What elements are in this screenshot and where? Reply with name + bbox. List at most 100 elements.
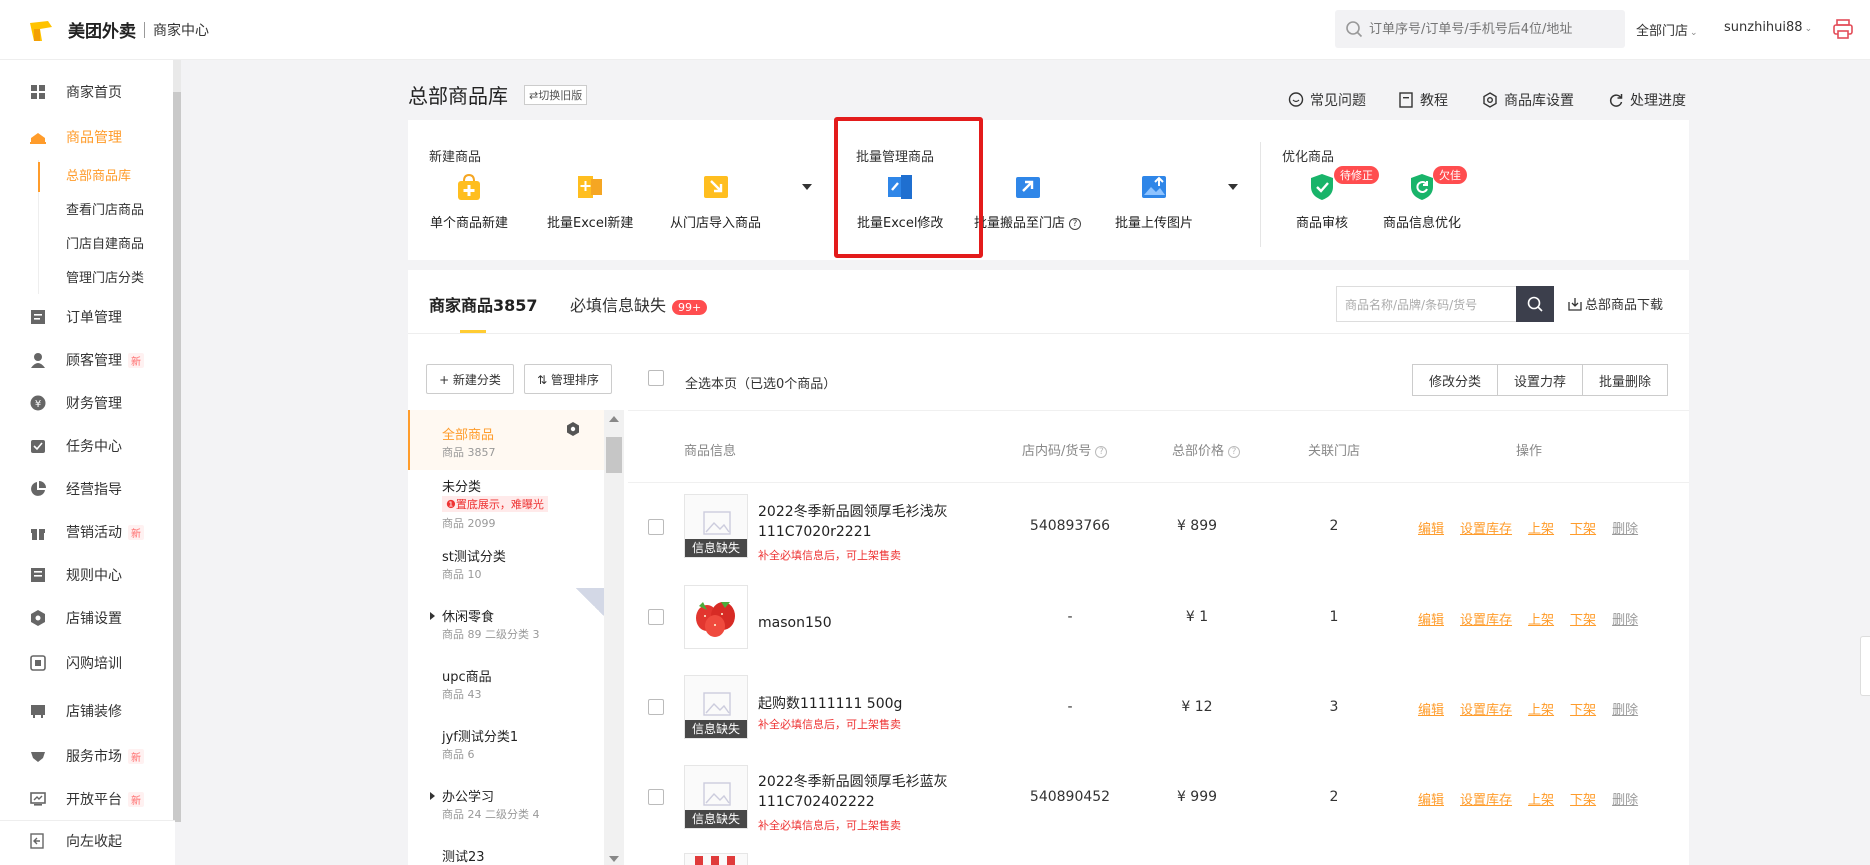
set-recommend-button[interactable]: 设置力荐 <box>1497 364 1583 396</box>
product-name[interactable]: 起购数1111111 500g <box>758 694 902 714</box>
sidebar-item-finance[interactable]: ¥ 财务管理 <box>0 388 172 418</box>
user-menu[interactable]: sunzhihui88 ⌄ <box>1724 20 1812 35</box>
edit-link[interactable]: 编辑 <box>1418 518 1444 537</box>
category-item[interactable]: st测试分类 商品 10 <box>408 540 603 600</box>
list-off-link[interactable]: 下架 <box>1570 789 1596 808</box>
store-select[interactable]: 全部门店 ⌄ <box>1636 20 1698 39</box>
edit-link[interactable]: 编辑 <box>1418 609 1444 628</box>
faq-link[interactable]: 常见问题 <box>1288 90 1366 110</box>
help-icon[interactable]: ? <box>1095 445 1108 458</box>
list-on-link[interactable]: 上架 <box>1528 518 1554 537</box>
sidebar-item-guidance[interactable]: 经营指导 <box>0 474 172 504</box>
subnav-store-goods[interactable]: 查看门店商品 <box>38 196 172 226</box>
sidebar-item-goods[interactable]: 商品管理 <box>0 122 172 152</box>
edit-link[interactable]: 编辑 <box>1418 789 1444 808</box>
category-item[interactable]: 全部商品 商品 3857 <box>408 410 603 470</box>
row-checkbox[interactable] <box>648 609 664 625</box>
tool-move-to-store[interactable]: 批量搬品至门店? <box>974 172 1082 231</box>
global-search-input[interactable] <box>1369 21 1609 37</box>
category-item[interactable]: 测试23 <box>408 840 603 865</box>
progress-link[interactable]: 处理进度 <box>1608 90 1686 110</box>
subnav-store-own-goods[interactable]: 门店自建商品 <box>38 230 172 260</box>
scroll-down-icon[interactable] <box>609 856 619 862</box>
sidebar-item-market[interactable]: 服务市场 新 <box>0 741 172 771</box>
sidebar-item-decoration[interactable]: 店铺装修 <box>0 696 172 726</box>
product-name[interactable]: mason150 <box>758 613 832 633</box>
tutorial-link[interactable]: 教程 <box>1398 90 1448 110</box>
sidebar-item-orders[interactable]: 订单管理 <box>0 302 172 332</box>
scroll-up-icon[interactable] <box>609 416 619 422</box>
modify-category-button[interactable]: 修改分类 <box>1412 364 1498 396</box>
logo[interactable]: 美团外卖 商家中心 <box>28 17 209 42</box>
row-checkbox[interactable] <box>648 789 664 805</box>
global-search[interactable] <box>1335 10 1625 48</box>
tool-single-new[interactable]: 单个商品新建 <box>430 172 508 231</box>
list-on-link[interactable]: 上架 <box>1528 609 1554 628</box>
select-all-checkbox[interactable] <box>648 370 664 386</box>
set-stock-link[interactable]: 设置库存 <box>1460 609 1512 628</box>
collapse-sidebar-button[interactable]: 向左收起 <box>0 820 175 860</box>
product-thumbnail[interactable]: 信息缺失 <box>684 494 748 558</box>
list-off-link[interactable]: 下架 <box>1570 699 1596 718</box>
filter-corner-icon[interactable] <box>576 588 604 616</box>
product-name[interactable]: 2022冬季新品圆领厚毛衫蓝灰 111C702402222 <box>758 772 948 812</box>
category-item[interactable]: jyf测试分类1 商品 6 <box>408 720 603 780</box>
batch-delete-button[interactable]: 批量删除 <box>1582 364 1668 396</box>
sidebar-item-marketing[interactable]: 营销活动 新 <box>0 517 172 547</box>
set-stock-link[interactable]: 设置库存 <box>1460 699 1512 718</box>
category-item[interactable]: 未分类 ❶置底展示，难曝光 商品 2099 <box>408 470 603 540</box>
delete-link[interactable]: 删除 <box>1612 609 1638 628</box>
sidebar-item-customers[interactable]: 顾客管理 新 <box>0 345 172 375</box>
library-settings-link[interactable]: 商品库设置 <box>1482 90 1574 110</box>
expand-arrow-icon[interactable] <box>430 612 435 620</box>
expand-arrow-icon[interactable] <box>430 792 435 800</box>
list-off-link[interactable]: 下架 <box>1570 609 1596 628</box>
tool-upload-images[interactable]: 批量上传图片 <box>1115 172 1193 231</box>
category-item[interactable]: 办公学习 商品 24 二级分类 4 <box>408 780 603 840</box>
list-on-link[interactable]: 上架 <box>1528 699 1554 718</box>
new-more-dropdown-icon[interactable] <box>802 184 812 190</box>
list-on-link[interactable]: 上架 <box>1528 789 1554 808</box>
row-checkbox[interactable] <box>648 699 664 715</box>
product-thumbnail[interactable]: 信息缺失 <box>684 765 748 829</box>
edit-link[interactable]: 编辑 <box>1418 699 1444 718</box>
side-panel-handle[interactable] <box>1860 636 1870 696</box>
category-item[interactable]: upc商品 商品 43 <box>408 660 603 720</box>
goods-search-input[interactable]: 商品名称/品牌/条码/货号 <box>1336 286 1516 322</box>
subnav-store-categories[interactable]: 管理门店分类 <box>38 264 172 294</box>
set-stock-link[interactable]: 设置库存 <box>1460 789 1512 808</box>
sidebar-scrollbar-thumb[interactable] <box>173 92 181 822</box>
new-category-button[interactable]: + 新建分类 <box>426 364 514 394</box>
set-stock-link[interactable]: 设置库存 <box>1460 518 1512 537</box>
delete-link[interactable]: 删除 <box>1612 789 1638 808</box>
batch-more-dropdown-icon[interactable] <box>1228 184 1238 190</box>
list-off-link[interactable]: 下架 <box>1570 518 1596 537</box>
delete-link[interactable]: 删除 <box>1612 518 1638 537</box>
product-thumbnail[interactable]: 信息缺失 <box>684 675 748 739</box>
goods-search-button[interactable] <box>1516 286 1554 322</box>
sidebar-item-shop-settings[interactable]: 店铺设置 <box>0 603 172 633</box>
tool-import-from-store[interactable]: 从门店导入商品 <box>670 172 761 231</box>
category-scrollbar[interactable] <box>604 410 624 865</box>
product-thumbnail[interactable] <box>684 585 748 649</box>
delete-link[interactable]: 删除 <box>1612 699 1638 718</box>
tab-merchant-goods[interactable]: 商家商品3857 <box>429 292 538 316</box>
printer-icon[interactable] <box>1832 18 1854 44</box>
sidebar-item-home[interactable]: 商家首页 <box>0 77 172 107</box>
gear-icon[interactable] <box>566 422 580 436</box>
switch-old-version-button[interactable]: ⇄切换旧版 <box>524 85 588 105</box>
download-hq-goods-button[interactable]: 总部商品下载 <box>1568 294 1663 313</box>
manage-sort-button[interactable]: ⇅ 管理排序 <box>524 364 612 394</box>
sidebar-item-rules[interactable]: 规则中心 <box>0 560 172 590</box>
help-icon[interactable]: ? <box>1228 445 1241 458</box>
sidebar-item-training[interactable]: 闪购培训 <box>0 648 172 678</box>
sidebar-item-tasks[interactable]: 任务中心 <box>0 431 172 461</box>
tool-excel-new[interactable]: 批量Excel新建 <box>547 172 633 231</box>
product-name[interactable]: 2022冬季新品圆领厚毛衫浅灰 111C7020r2221 <box>758 502 948 542</box>
row-checkbox[interactable] <box>648 519 664 535</box>
category-item[interactable]: 休闲零食 商品 89 二级分类 3 <box>408 600 603 660</box>
tab-missing-info[interactable]: 必填信息缺失 99+ <box>570 292 708 316</box>
help-icon[interactable]: ? <box>1069 217 1082 230</box>
sidebar-item-open-platform[interactable]: 开放平台 新 <box>0 784 172 814</box>
category-scrollbar-thumb[interactable] <box>606 437 622 473</box>
